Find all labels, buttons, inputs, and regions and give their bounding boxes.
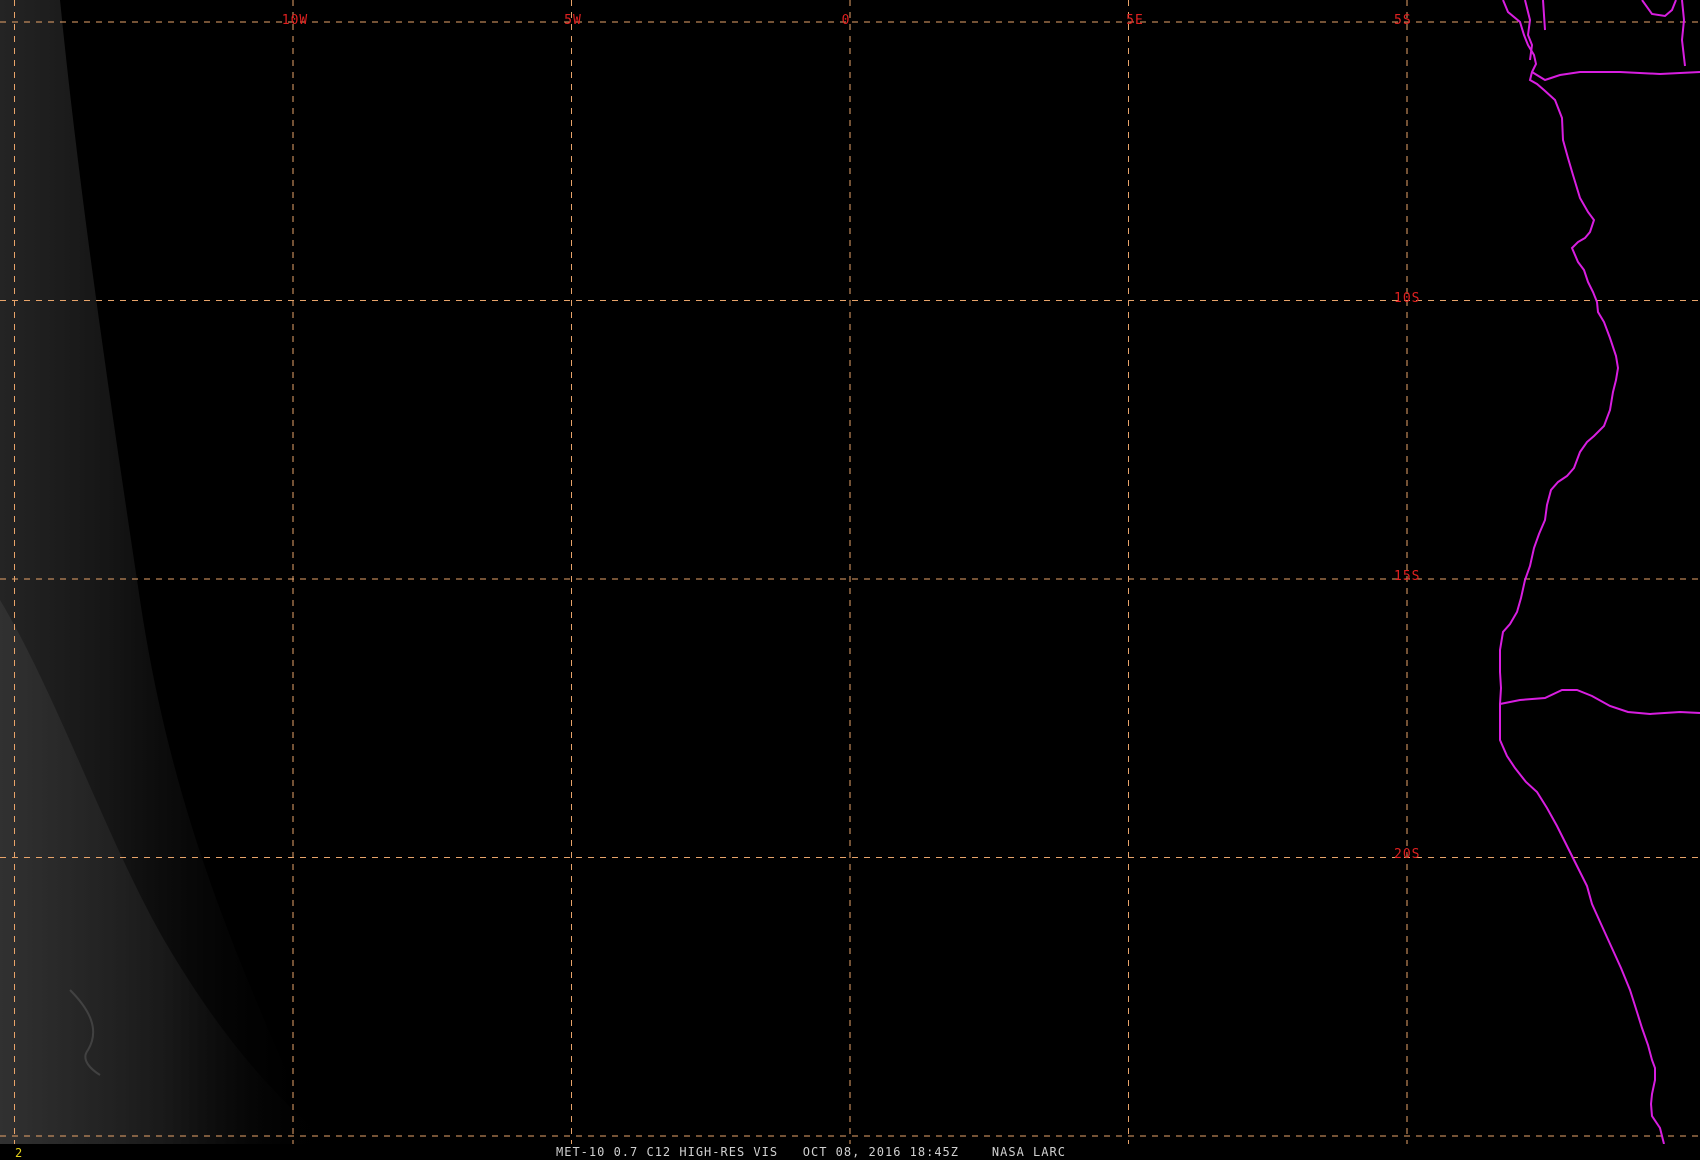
image-caption: MET-10 0.7 C12 HIGH-RES VIS OCT 08, 2016… [556,1145,1066,1159]
lat-label-20s: 20S [1394,847,1421,862]
coastline [1499,0,1700,1145]
lat-label-10s: 10S [1394,291,1421,306]
west-africa-coastline [1499,0,1665,1145]
border-north [1531,71,1700,82]
lon-label-10w: 10W [281,13,309,28]
graticule [0,0,1700,1144]
lat-label-15s: 15S [1394,569,1421,584]
lon-label-5e: 5E [1126,13,1144,28]
lon-label-0: 0 [841,13,851,28]
lon-label-5w: 5W [564,13,582,28]
cloud-field [0,0,330,1144]
satellite-image-view: 10W 5W 0 5E 5S 10S 15S 20S [0,0,1700,1160]
map-overlay [0,0,1700,1145]
frame-number: 2 [15,1146,23,1160]
lat-label-5s: 5S [1394,13,1412,28]
border-fragments [1524,0,1686,67]
border-south [1499,689,1700,716]
